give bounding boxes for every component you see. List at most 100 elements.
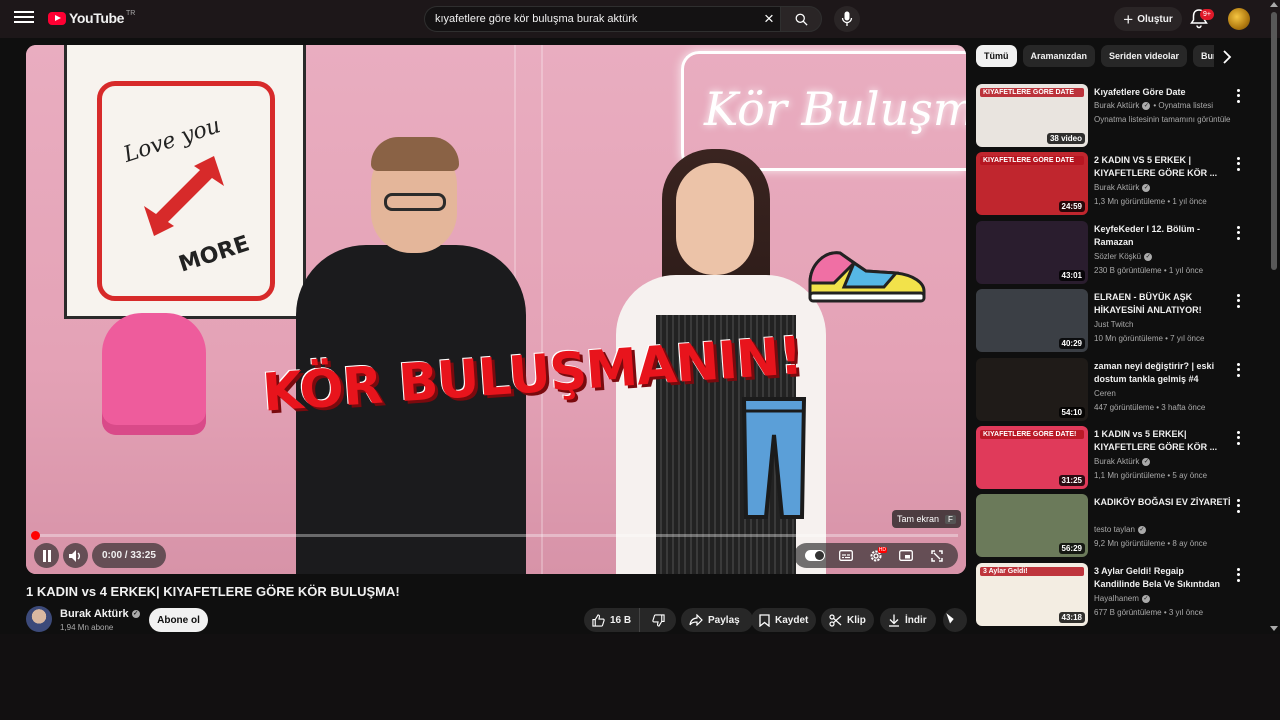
recommended-video-title[interactable]: Kıyafetlere Göre Date [1094,86,1232,99]
filter-chip[interactable]: Aramanızdan [1022,45,1096,67]
create-label: Oluştur [1137,13,1173,25]
recommended-video-title[interactable]: KADIKÖY BOĞASI EV ZİYARETİ [1094,496,1232,509]
recommended-video-title[interactable]: 1 KADIN vs 5 ERKEK| KIYAFETLERE GÖRE KÖR… [1094,428,1232,454]
recommended-channel[interactable]: Ceren [1094,389,1116,398]
create-button[interactable]: + Oluştur [1114,7,1182,31]
more-options-icon[interactable] [1234,225,1242,241]
like-count: 16 B [610,614,632,626]
download-button[interactable]: İndir [880,608,936,632]
recommended-video-title[interactable]: zaman neyi değiştirir? | eski dostum tan… [1094,360,1232,386]
scroll-up-arrow-icon[interactable] [1270,2,1278,7]
video-thumbnail[interactable]: KIYAFETLERE GÖRE DATE 24:59 [976,152,1088,215]
video-title: 1 KADIN vs 4 ERKEK| KIYAFETLERE GÖRE KÖR… [26,584,400,599]
recommended-channel[interactable]: Hayalhanem ✓ [1094,594,1150,603]
recommended-video[interactable]: KIYAFETLERE GÖRE DATE 38 video Kıyafetlere… [976,84,1248,148]
recommended-video[interactable]: 43:01 KeyfeKeder I 12. Bölüm - Ramazan Söz… [976,221,1248,285]
bookmark-icon [759,613,770,627]
more-options-icon[interactable] [1234,362,1242,378]
channel-name[interactable]: Burak Aktürk ✓ [60,608,140,620]
more-options-icon[interactable] [1234,293,1242,309]
hamburger-menu-icon[interactable] [12,8,36,30]
video-thumbnail[interactable]: KIYAFETLERE GÖRE DATE 38 video [976,84,1088,147]
recommended-channel[interactable]: Just Twitch [1094,320,1133,329]
recommended-video[interactable]: 40:29 ELRAEN - BÜYÜK AŞK HİKAYESİNİ ANLAT… [976,289,1248,353]
search-input[interactable] [424,6,780,32]
sneaker-sticker [808,251,926,303]
recommended-video-title[interactable]: 2 KADIN VS 5 ERKEK | KIYAFETLERE GÖRE KÖ… [1094,154,1232,180]
more-actions-button[interactable] [943,608,967,632]
dislike-button[interactable] [640,608,676,632]
recommended-video[interactable]: 3 Aylar Geldi! 43:18 3 Aylar Geldi! Regaip… [976,563,1248,627]
thumbnail-caption: KIYAFETLERE GÖRE DATE [980,156,1084,165]
like-button[interactable]: 16 B [584,608,640,632]
video-player[interactable]: Love you MORE Kör Buluşma KÖR BULUŞMANIN… [26,45,966,574]
scroll-down-arrow-icon[interactable] [1270,626,1278,631]
account-avatar[interactable] [1228,8,1250,30]
more-options-icon[interactable] [1234,498,1242,514]
recommended-channel[interactable]: Sözler Köşkü ✓ [1094,252,1153,261]
video-thumbnail[interactable]: 3 Aylar Geldi! 43:18 [976,563,1088,626]
recommended-video[interactable]: KIYAFETLERE GÖRE DATE! 31:25 1 KADIN vs 5 … [976,426,1248,490]
clear-search-icon[interactable]: × [760,10,778,28]
more-options-icon[interactable] [1234,88,1242,104]
recommended-video-title[interactable]: KeyfeKeder I 12. Bölüm - Ramazan [1094,223,1232,249]
recommended-channel[interactable]: testo taylan ✓ [1094,525,1146,534]
channel-avatar[interactable] [26,606,52,632]
recommended-video[interactable]: KIYAFETLERE GÖRE DATE 24:59 2 KADIN VS 5 E… [976,152,1248,216]
duration-badge: 43:01 [1058,270,1085,281]
subscribe-button[interactable]: Abone ol [149,608,208,632]
neon-sign-text: Kör Buluşma [704,82,966,136]
recommended-video[interactable]: 54:10 zaman neyi değiştirir? | eski dostu… [976,358,1248,422]
subtitles-button[interactable] [836,546,856,566]
filter-chip[interactable]: Seriden videolar [1101,45,1188,67]
youtube-logo[interactable]: YouTube TR [48,10,135,26]
more-options-icon[interactable] [1234,430,1242,446]
recommended-channel-name: Burak Aktürk [1094,183,1140,192]
scrubber-handle[interactable] [31,531,40,540]
video-thumbnail[interactable]: 56:29 [976,494,1088,557]
exit-fullscreen-button[interactable] [927,546,947,566]
progress-bar[interactable] [31,531,958,540]
player-controls-right: HD [794,543,958,568]
recommended-video-meta: 9,2 Mn görüntüleme • 8 ay önce [1094,539,1208,548]
recommended-video-title[interactable]: 3 Aylar Geldi! Regaip Kandilinde Bela Ve… [1094,565,1232,591]
pause-button[interactable] [34,543,59,568]
recommended-channel[interactable]: Burak Aktürk ✓ [1094,457,1151,466]
video-thumbnail[interactable]: 40:29 [976,289,1088,352]
recommended-channel[interactable]: Burak Aktürk ✓ [1094,183,1151,192]
thumbnail-caption: KIYAFETLERE GÖRE DATE [980,88,1084,97]
video-thumbnail[interactable]: KIYAFETLERE GÖRE DATE! 31:25 [976,426,1088,489]
more-options-icon[interactable] [1234,567,1242,583]
clip-button[interactable]: Klip [821,608,874,632]
more-options-icon[interactable] [1234,156,1242,172]
voice-search-button[interactable] [834,6,860,32]
autoplay-toggle[interactable] [805,546,826,566]
hd-badge: HD [877,546,887,553]
recommended-video-title[interactable]: ELRAEN - BÜYÜK AŞK HİKAYESİNİ ANLATIYOR! [1094,291,1232,317]
filter-chips: TümüAramanızdanSeriden videolarBurak Akt… [976,45,1214,67]
video-thumbnail[interactable]: 54:10 [976,358,1088,421]
channel-name-text: Burak Aktürk [60,608,129,620]
recommended-channel[interactable]: Burak Aktürk ✓ • Oynatma listesi [1094,101,1213,110]
duration-badge: 54:10 [1058,407,1085,418]
filter-chip[interactable]: Tümü [976,45,1017,67]
save-button[interactable]: Kaydet [751,608,816,632]
settings-button[interactable]: HD [866,546,887,566]
verified-check-icon: ✓ [1141,594,1150,603]
search-button[interactable] [780,6,822,32]
miniplayer-button[interactable] [896,546,916,566]
video-thumbnail[interactable]: 43:01 [976,221,1088,284]
share-button[interactable]: Paylaş [681,608,753,632]
page-bottom-area [0,634,1280,720]
logo-text: YouTube [69,10,125,26]
recommended-channel-name: Sözler Köşkü [1094,252,1142,261]
chevron-right-icon[interactable] [1218,48,1236,66]
filter-chip[interactable]: Burak Aktürk [1193,45,1214,67]
mute-button[interactable] [63,543,88,568]
expand-icon [931,549,943,562]
recommended-video[interactable]: 56:29 KADIKÖY BOĞASI EV ZİYARETİ testo tay… [976,494,1248,558]
recommended-video-meta: 10 Mn görüntüleme • 7 yıl önce [1094,334,1205,343]
duration-badge: 40:29 [1058,338,1085,349]
verified-check-icon: ✓ [131,610,140,619]
scrollbar-thumb[interactable] [1271,12,1277,270]
